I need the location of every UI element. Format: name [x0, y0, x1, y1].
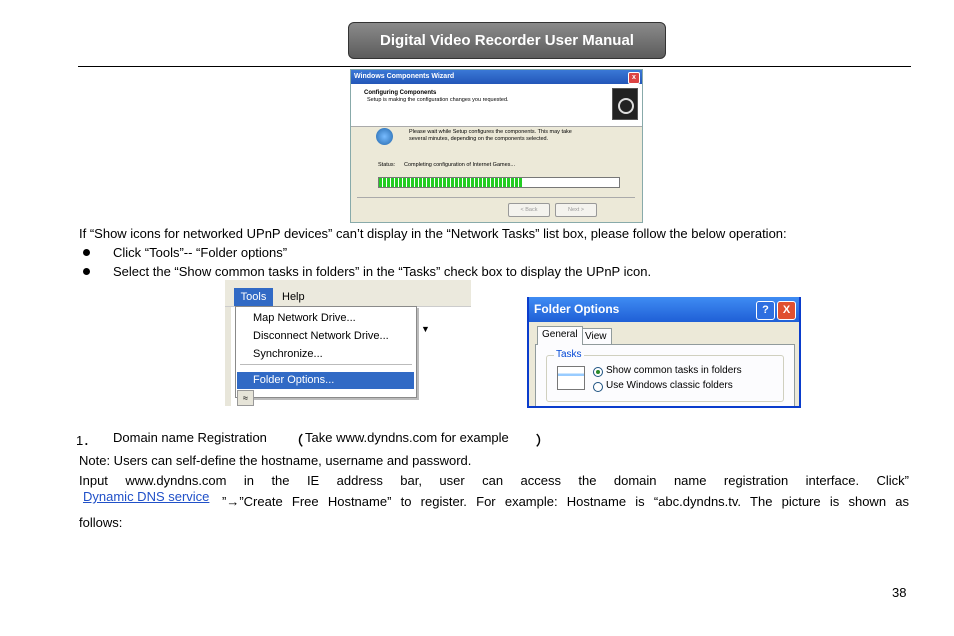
bullet-dot: [83, 249, 90, 256]
bullet-item-1: Click “Tools”-- “Folder options”: [113, 245, 288, 260]
dropdown-arrow-icon[interactable]: ▼: [421, 324, 430, 334]
folder-window-icon: [557, 366, 585, 390]
wizard-heading: Configuring Components: [364, 90, 437, 96]
section-title: Domain name Registration: [113, 430, 267, 445]
wizard-divider: [357, 197, 635, 198]
help-icon[interactable]: ?: [756, 301, 775, 320]
show-common-tasks-label: Show common tasks in folders: [606, 365, 742, 376]
general-tab-panel: Tasks Show common tasks in folders Use W…: [535, 344, 795, 406]
wizard-header-panel: Configuring Components Setup is making t…: [351, 84, 642, 127]
tasks-group-label: Tasks: [554, 349, 584, 360]
manual-title-banner: Digital Video Recorder User Manual: [348, 22, 666, 59]
after-link-text: ”→”Create Free Hostname” to register. Fo…: [222, 494, 909, 509]
classic-folders-label: Use Windows classic folders: [606, 380, 733, 391]
tools-dropdown: Map Network Drive... Disconnect Network …: [235, 306, 417, 398]
back-button[interactable]: < Back: [508, 203, 550, 217]
tasks-group: Tasks Show common tasks in folders Use W…: [546, 349, 784, 402]
follows-text: follows:: [79, 515, 123, 530]
menu-item-map-network-drive[interactable]: Map Network Drive...: [253, 312, 356, 324]
folder-options-title: Folder Options: [534, 302, 620, 316]
progress-fill: [379, 178, 523, 187]
left-strip: [225, 307, 231, 406]
menu-tools[interactable]: Tools: [234, 288, 273, 306]
menu-item-folder-options[interactable]: Folder Options...: [253, 374, 334, 386]
progress-bar: [378, 177, 620, 188]
page-number: 38: [892, 585, 907, 600]
tab-general[interactable]: General: [537, 326, 583, 345]
note-text: Note: Users can self-define the hostname…: [79, 453, 472, 468]
tools-menu-screenshot: Tools Help ▼ Map Network Drive... Discon…: [225, 280, 471, 406]
wizard-logo-icon: [612, 88, 638, 120]
wizard-message: Please wait while Setup configures the c…: [409, 129, 572, 143]
wizard-message-line-1: Please wait while Setup configures the c…: [409, 129, 572, 135]
show-common-tasks-radio[interactable]: [593, 367, 603, 377]
menu-item-synchronize[interactable]: Synchronize...: [253, 348, 323, 360]
next-button[interactable]: Next >: [555, 203, 597, 217]
bullet-item-2: Select the “Show common tasks in folders…: [113, 264, 652, 279]
menu-bar: Tools Help: [225, 280, 471, 307]
bullet-dot: [83, 268, 90, 275]
menu-help[interactable]: Help: [282, 288, 305, 306]
status-value: Completing configuration of Internet Gam…: [404, 162, 515, 168]
section-number: 1．: [76, 433, 97, 448]
tab-view[interactable]: View: [580, 328, 612, 345]
section-example: Take www.dyndns.com for example: [305, 430, 509, 445]
status-label: Status:: [378, 162, 396, 168]
paren-open: （: [290, 433, 304, 448]
close-icon[interactable]: x: [628, 72, 640, 84]
folder-options-titlebar: Folder Options ? X: [529, 297, 799, 322]
wizard-message-line-2: several minutes, depending on the compon…: [409, 136, 549, 142]
close-icon[interactable]: X: [777, 301, 796, 320]
wizard-subheading: Setup is making the configuration change…: [367, 97, 509, 103]
intro-text: If “Show icons for networked UPnP device…: [79, 226, 787, 241]
dynamic-dns-link[interactable]: Dynamic DNS service: [83, 489, 209, 504]
wizard-title: Windows Components Wizard: [354, 73, 455, 80]
input-instruction: Input www.dyndns.com in the IE address b…: [79, 473, 909, 488]
menu-separator: [240, 364, 412, 365]
header-rule: [78, 66, 911, 67]
wizard-screenshot: Windows Components Wizard x Configuring …: [350, 69, 643, 223]
folder-options-screenshot: Folder Options ? X General View Tasks Sh…: [527, 297, 801, 408]
components-icon: [376, 128, 393, 145]
collapse-icon[interactable]: ≈: [237, 390, 254, 406]
paren-close: ）: [536, 433, 550, 448]
menu-item-disconnect-network-drive[interactable]: Disconnect Network Drive...: [253, 330, 389, 342]
classic-folders-radio[interactable]: [593, 382, 603, 392]
wizard-titlebar: Windows Components Wizard x: [351, 70, 642, 84]
